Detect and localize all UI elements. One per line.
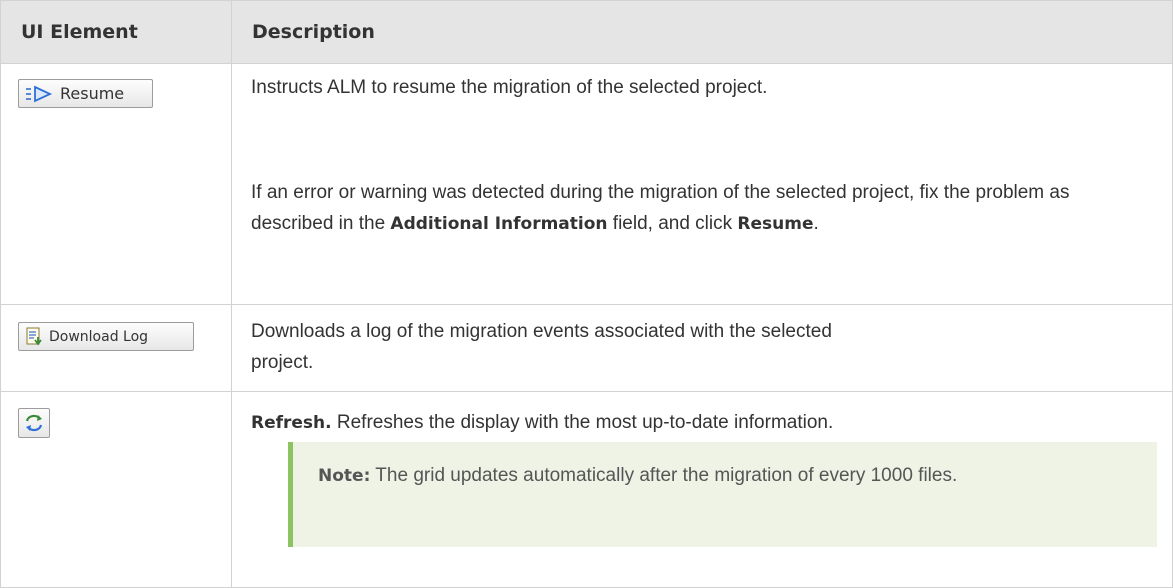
header-description: Description bbox=[252, 21, 375, 43]
refresh-icon bbox=[25, 414, 43, 432]
note-callout: Note: The grid updates automatically aft… bbox=[288, 442, 1157, 547]
download-log-icon bbox=[26, 327, 42, 346]
resume-button-label: Resume bbox=[60, 84, 125, 103]
column-divider bbox=[231, 1, 232, 587]
table-header-row: UI Element Description bbox=[1, 1, 1172, 64]
resume-button[interactable]: Resume bbox=[18, 79, 153, 108]
download-log-button-label: Download Log bbox=[49, 329, 149, 345]
note-text: Note: The grid updates automatically aft… bbox=[318, 465, 958, 486]
download-log-description: Downloads a log of the migration events … bbox=[251, 321, 832, 373]
resume-description: Instructs ALM to resume the migration of… bbox=[251, 77, 768, 98]
header-ui-element: UI Element bbox=[21, 21, 138, 43]
ui-elements-table: UI Element Description Resume Instructs … bbox=[0, 0, 1173, 588]
download-log-button[interactable]: Download Log bbox=[18, 322, 194, 351]
row-divider bbox=[1, 304, 1172, 305]
refresh-description: Refresh. Refreshes the display with the … bbox=[251, 412, 834, 433]
resume-icon bbox=[26, 85, 53, 103]
row-divider bbox=[1, 391, 1172, 392]
refresh-button[interactable] bbox=[18, 408, 50, 438]
resume-error-instructions: If an error or warning was detected duri… bbox=[251, 182, 1070, 234]
